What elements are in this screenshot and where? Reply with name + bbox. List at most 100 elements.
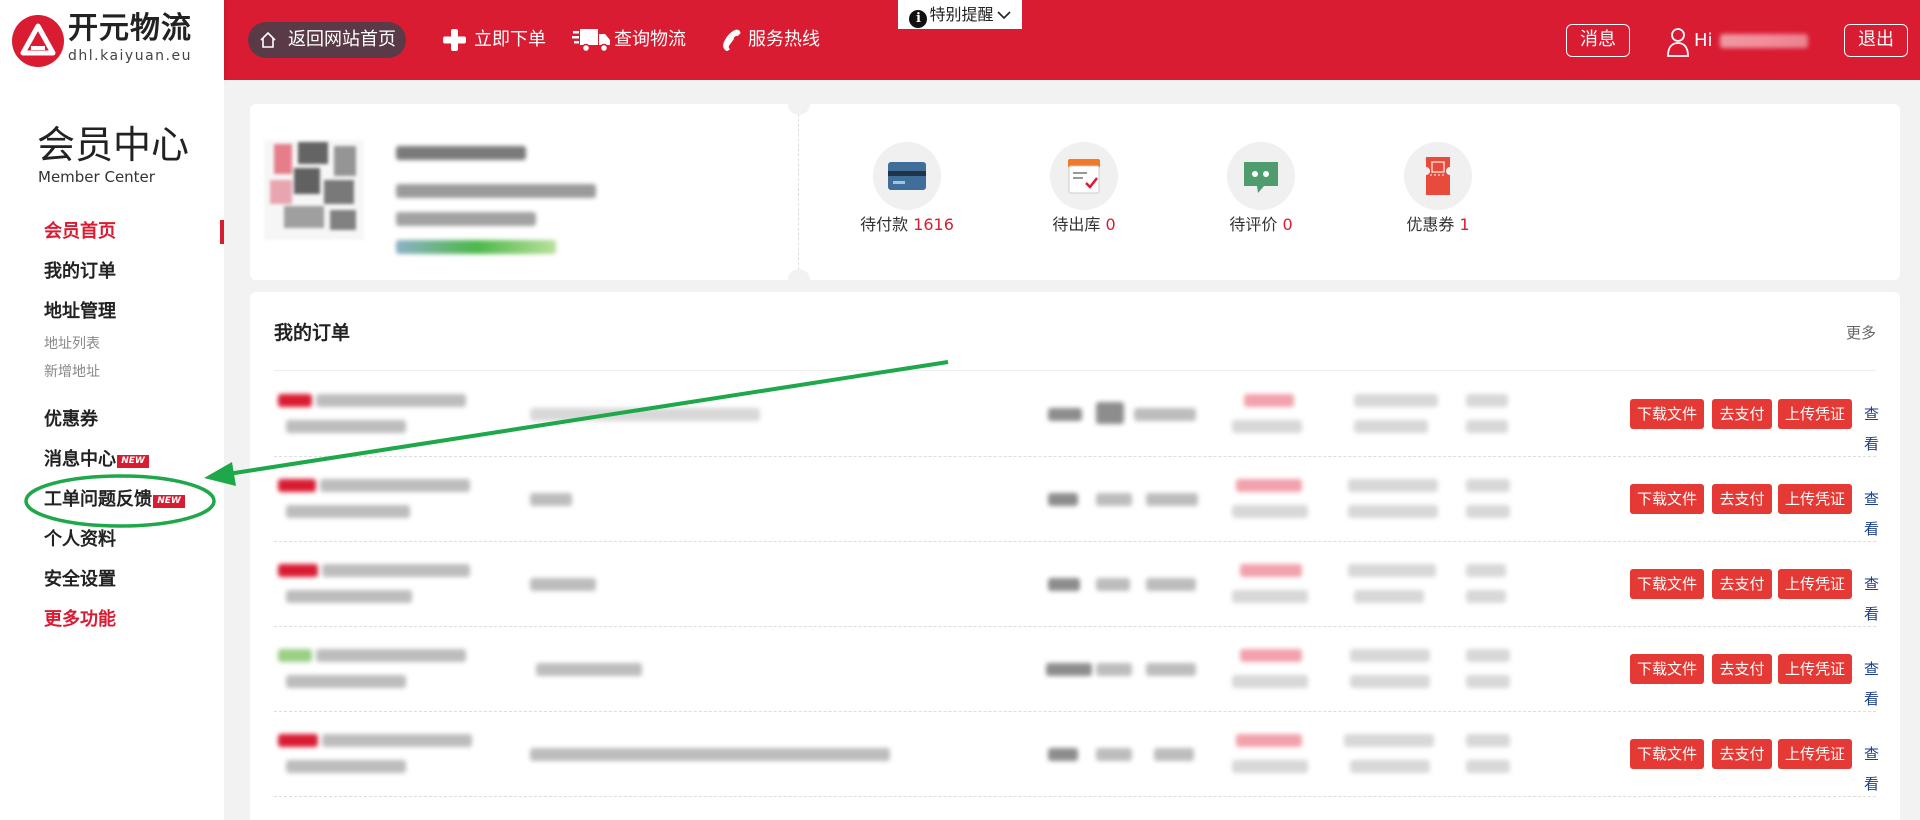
logout-button[interactable]: 退出 <box>1844 24 1908 57</box>
stat-pending-payment[interactable]: 待付款 1616 <box>842 142 972 236</box>
stat-label: 待出库 0 <box>1019 214 1149 236</box>
chevron-down-icon <box>996 11 1011 20</box>
upload-voucher-button[interactable]: 上传凭证 <box>1778 569 1852 599</box>
user-greeting[interactable]: Hi <box>1694 26 1713 56</box>
order-time-redacted <box>1466 675 1510 688</box>
sidebar-item-orders[interactable]: 我的订单 <box>44 259 116 285</box>
orders-more-link[interactable]: 更多 <box>1846 322 1876 343</box>
sidebar-item-coupons[interactable]: 优惠券 <box>44 407 98 433</box>
order-cell-redacted <box>1154 748 1194 761</box>
profile-line-redacted <box>396 212 536 226</box>
order-row: 下载文件 去支付 上传凭证 查看 <box>274 372 1879 459</box>
logo-name: 开元物流 <box>68 11 192 46</box>
username-redacted <box>1720 34 1808 48</box>
pay-button[interactable]: 去支付 <box>1712 654 1772 684</box>
sidebar: 会员中心 Member Center 会员首页 我的订单 地址管理 地址列表 新… <box>0 80 224 820</box>
order-date-redacted <box>286 590 412 603</box>
order-id-redacted <box>278 479 316 492</box>
sidebar-item-security[interactable]: 安全设置 <box>44 567 116 593</box>
download-file-button[interactable]: 下载文件 <box>1630 569 1704 599</box>
logo-mark-icon <box>12 15 64 67</box>
order-price-redacted <box>1232 675 1308 688</box>
sidebar-item-address[interactable]: 地址管理 <box>44 299 116 325</box>
stat-value: 0 <box>1282 215 1293 234</box>
clipboard-check-icon <box>1068 159 1100 194</box>
order-cell-redacted <box>1146 493 1198 506</box>
order-price-redacted <box>1244 394 1294 407</box>
new-badge: NEW <box>117 455 149 468</box>
order-id-redacted <box>278 564 318 577</box>
order-id-redacted <box>320 479 470 492</box>
order-row: 下载文件 去支付 上传凭证 查看 <box>274 712 1879 799</box>
upload-voucher-button[interactable]: 上传凭证 <box>1778 654 1852 684</box>
stat-label-text: 待出库 <box>1052 215 1101 234</box>
notice-dropdown[interactable]: i 特别提醒 <box>898 0 1022 29</box>
sidebar-item-profile[interactable]: 个人资料 <box>44 527 116 553</box>
profile-line-redacted <box>396 184 596 198</box>
view-link[interactable]: 查看 <box>1864 739 1879 799</box>
order-price-redacted <box>1232 590 1308 603</box>
logo-domain: dhl.kaiyuan.eu <box>68 48 192 64</box>
order-price-redacted <box>1236 734 1302 747</box>
order-time-redacted <box>1466 394 1508 407</box>
sidebar-item-messages-label: 消息中心 <box>44 449 116 470</box>
pay-button[interactable]: 去支付 <box>1712 739 1772 769</box>
nav-track-link[interactable]: 查询物流 <box>572 22 686 58</box>
user-icon <box>1667 28 1689 57</box>
coupon-ticket-icon <box>1426 157 1450 195</box>
order-cell-redacted <box>1134 408 1196 421</box>
upload-voucher-button[interactable]: 上传凭证 <box>1778 484 1852 514</box>
order-date-redacted <box>286 760 406 773</box>
nav-order-link[interactable]: 立即下单 <box>440 22 546 58</box>
stat-pending-outbound[interactable]: 待出库 0 <box>1019 142 1149 236</box>
order-id-redacted <box>278 394 312 407</box>
sidebar-item-messages[interactable]: 消息中心 NEW <box>44 447 149 473</box>
stat-pending-review[interactable]: 待评价 0 <box>1196 142 1326 236</box>
order-price-redacted <box>1236 479 1302 492</box>
download-file-button[interactable]: 下载文件 <box>1630 739 1704 769</box>
nav-hotline-link[interactable]: 服务热线 <box>718 22 820 58</box>
pay-button[interactable]: 去支付 <box>1712 399 1772 429</box>
order-desc-redacted <box>530 408 760 421</box>
pay-button[interactable]: 去支付 <box>1712 484 1772 514</box>
member-center-subtitle: Member Center <box>38 168 155 186</box>
stat-label-text: 待评价 <box>1229 215 1278 234</box>
nav-home-button[interactable]: 返回网站首页 <box>248 22 406 58</box>
upload-voucher-button[interactable]: 上传凭证 <box>1778 399 1852 429</box>
order-cell-redacted <box>1096 578 1130 591</box>
chat-bubble-icon <box>1244 162 1278 193</box>
sidebar-item-more[interactable]: 更多功能 <box>44 607 116 633</box>
order-status-redacted <box>1350 649 1430 662</box>
stat-label: 优惠券 1 <box>1373 214 1503 236</box>
view-link[interactable]: 查看 <box>1864 399 1879 459</box>
download-file-button[interactable]: 下载文件 <box>1630 484 1704 514</box>
order-time-redacted <box>1466 734 1510 747</box>
sidebar-subitem-address-new[interactable]: 新增地址 <box>44 362 100 382</box>
nav-hotline-label: 服务热线 <box>748 29 820 50</box>
order-id-redacted <box>278 734 318 747</box>
messages-button[interactable]: 消息 <box>1566 24 1630 57</box>
order-time-redacted <box>1466 479 1510 492</box>
logo[interactable]: 开元物流 dhl.kaiyuan.eu <box>0 0 224 80</box>
view-link[interactable]: 查看 <box>1864 484 1879 544</box>
stat-coupons[interactable]: 优惠券 1 <box>1373 142 1503 236</box>
download-file-button[interactable]: 下载文件 <box>1630 654 1704 684</box>
order-price-redacted <box>1232 760 1308 773</box>
order-cell-redacted <box>1146 663 1196 676</box>
sidebar-item-tickets[interactable]: 工单问题反馈 NEW <box>44 487 185 513</box>
view-link[interactable]: 查看 <box>1864 569 1879 629</box>
upload-voucher-button[interactable]: 上传凭证 <box>1778 739 1852 769</box>
phone-icon <box>723 29 741 52</box>
download-file-button[interactable]: 下载文件 <box>1630 399 1704 429</box>
sidebar-item-home[interactable]: 会员首页 <box>44 219 116 245</box>
order-desc-redacted <box>536 663 642 676</box>
pay-button[interactable]: 去支付 <box>1712 569 1772 599</box>
truck-icon <box>572 29 610 53</box>
stat-circle <box>1404 142 1472 210</box>
order-id-redacted <box>322 564 470 577</box>
order-id-redacted <box>316 394 466 407</box>
stat-label-text: 待付款 <box>860 215 909 234</box>
sidebar-subitem-address-list[interactable]: 地址列表 <box>44 334 100 354</box>
order-price-redacted <box>1240 564 1302 577</box>
view-link[interactable]: 查看 <box>1864 654 1879 714</box>
